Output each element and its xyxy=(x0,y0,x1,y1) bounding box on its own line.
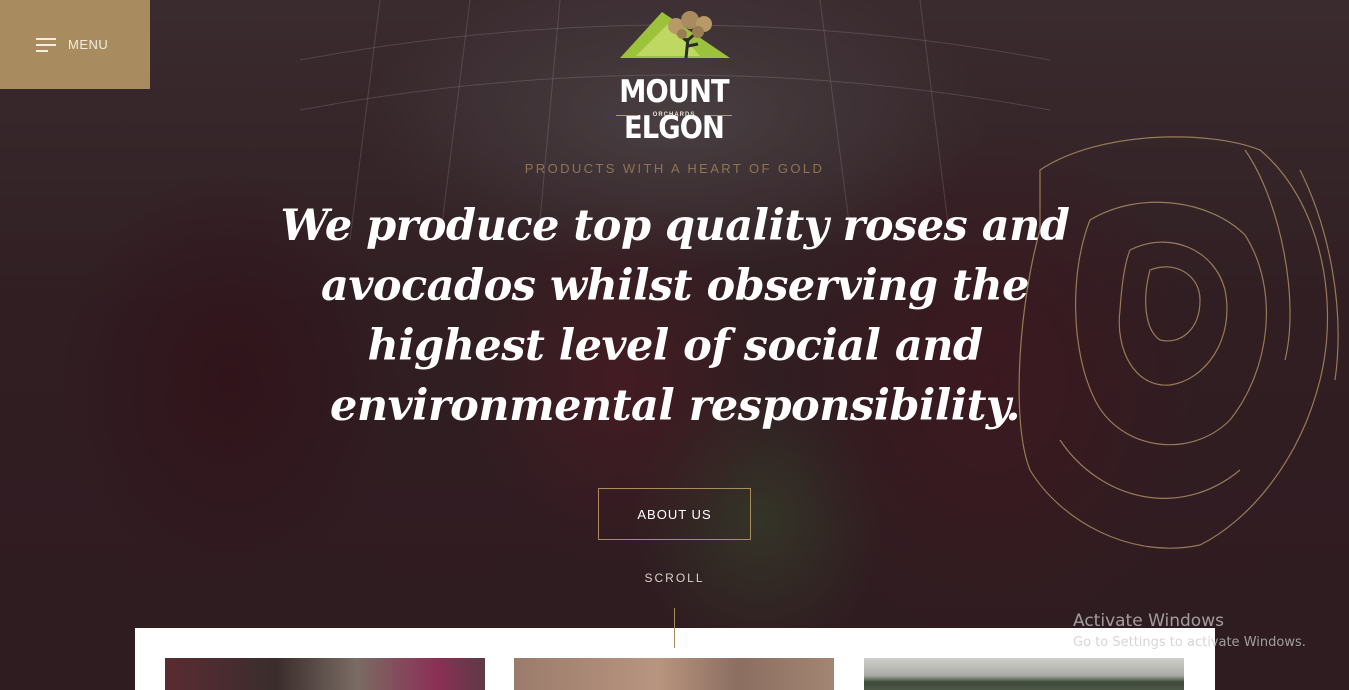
hero-tagline: PRODUCTS WITH A HEART OF GOLD xyxy=(524,161,825,176)
menu-label: MENU xyxy=(68,37,109,52)
hamburger-menu-icon xyxy=(36,37,56,52)
os-activation-watermark: Activate Windows Go to Settings to activ… xyxy=(1073,611,1306,650)
watermark-subtitle: Go to Settings to activate Windows. xyxy=(1073,635,1306,650)
logo-title: MOUNT ELGON xyxy=(619,74,729,146)
menu-button[interactable]: MENU xyxy=(0,0,150,89)
logo-rule-right xyxy=(710,115,732,116)
card-image-workers[interactable] xyxy=(514,658,834,690)
logo-subtitle: ORCHARDS xyxy=(652,112,696,118)
site-logo[interactable]: MOUNT ELGON ORCHARDS xyxy=(588,8,760,146)
card-image-roses[interactable] xyxy=(165,658,485,690)
scroll-indicator-label[interactable]: SCROLL xyxy=(0,571,1349,585)
scroll-indicator-line xyxy=(674,608,675,648)
hero-headline: We produce top quality roses and avocado… xyxy=(280,201,1070,431)
content-cards-panel xyxy=(135,628,1215,690)
mountain-tree-logo-icon xyxy=(620,11,730,59)
about-us-button[interactable]: ABOUT US xyxy=(598,488,751,540)
card-image-landscape[interactable] xyxy=(864,658,1184,690)
watermark-title: Activate Windows xyxy=(1073,611,1224,631)
